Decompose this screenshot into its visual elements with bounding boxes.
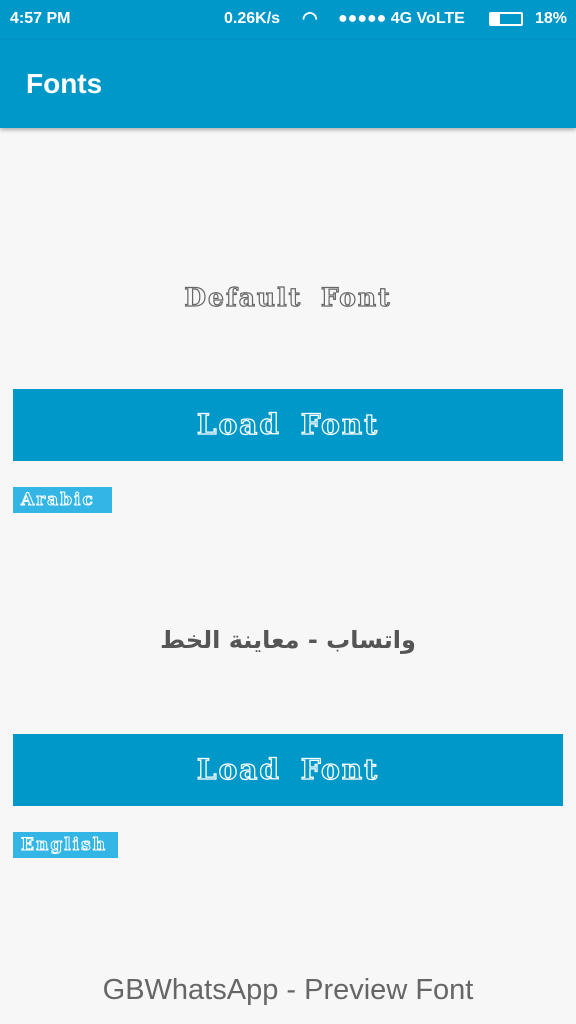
battery-icon [489, 12, 523, 26]
status-time: 4:57 PM [10, 10, 71, 27]
load-font-button[interactable]: Load Font [13, 389, 563, 461]
page-title: Fonts [26, 68, 103, 99]
load-arabic-font-button[interactable]: Load Font [13, 734, 563, 806]
app-bar: Fonts [0, 40, 576, 128]
footer-text: GBWhatsApp - Preview Font [102, 974, 474, 1006]
network-speed: 0.26K/s [224, 10, 281, 27]
arabic-font-preview: واتساب - معاينة الخط [160, 626, 416, 654]
english-tag-button[interactable]: English [13, 832, 118, 858]
arabic-tag-button[interactable]: Arabic [13, 487, 112, 513]
signal-text: ●●●●● 4G VoLTE [338, 10, 465, 27]
battery-percent: 18% [535, 10, 568, 27]
default-font-preview: Default Font [184, 282, 392, 312]
wifi-icon: ◠ [302, 8, 318, 28]
status-bar: 4:57 PM 0.26K/s ◠ ●●●●● 4G VoLTE 18% [0, 0, 576, 40]
